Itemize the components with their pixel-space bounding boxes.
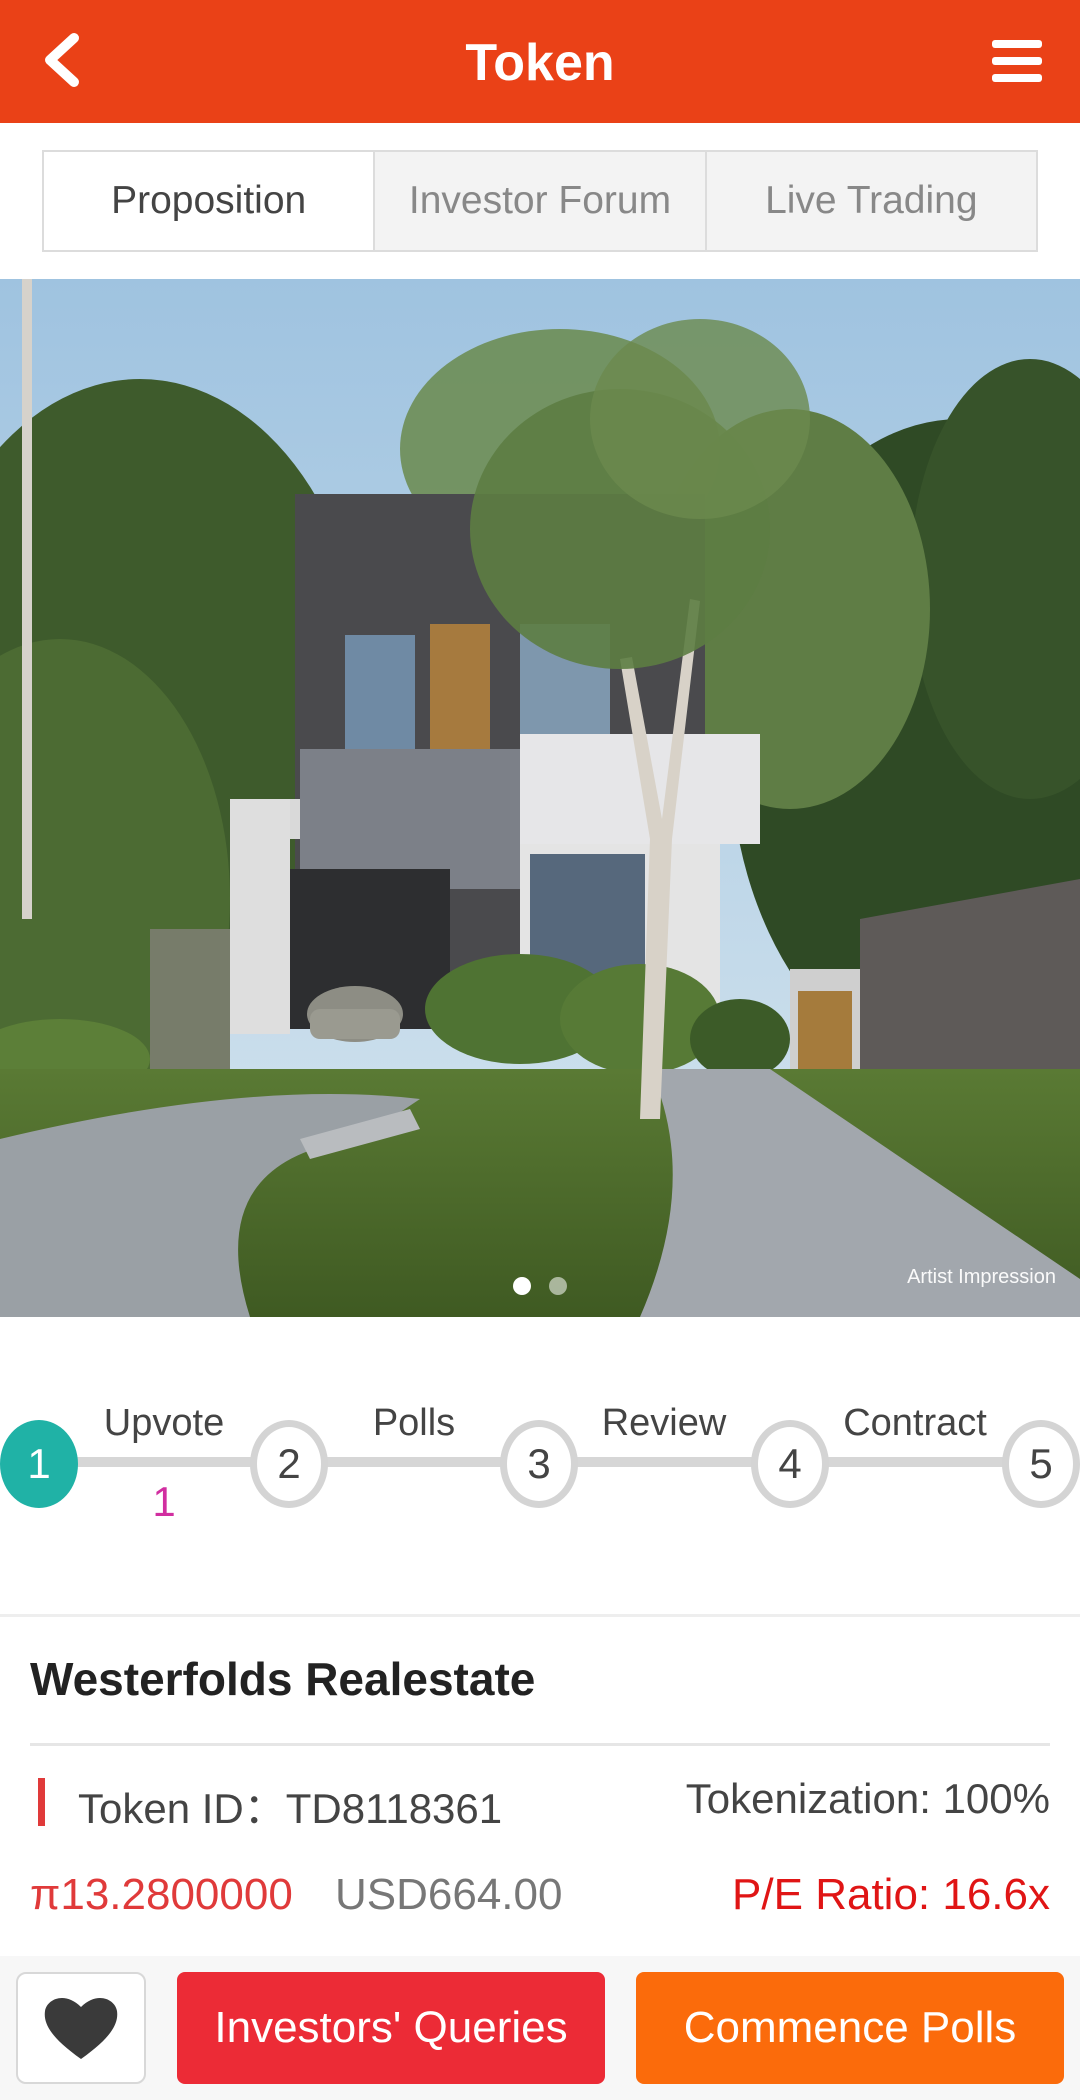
section-divider (0, 1614, 1080, 1617)
top-app-bar: Token (0, 0, 1080, 123)
token-accent-bar (38, 1778, 45, 1826)
page-title: Token (465, 34, 615, 92)
investors-queries-button[interactable]: Investors' Queries (177, 1972, 605, 2084)
tab-investor-forum[interactable]: Investor Forum (375, 152, 707, 250)
pe-ratio: P/E Ratio: 16.6x (732, 1870, 1050, 1919)
tokenization-percent: Tokenization: 100% (685, 1775, 1050, 1822)
step-5-circle: 5 (1002, 1420, 1080, 1508)
menu-button[interactable] (992, 38, 1042, 84)
carousel-dot-2[interactable] (549, 1277, 567, 1295)
upvote-count: 1 (152, 1478, 176, 1525)
heart-icon (44, 1998, 118, 2059)
title-divider (30, 1743, 1050, 1746)
tab-proposition[interactable]: Proposition (44, 152, 376, 250)
tab-bar: Proposition Investor Forum Live Trading (42, 150, 1038, 252)
carousel-indicators (0, 1277, 1080, 1295)
price-usd: USD664.00 (335, 1870, 563, 1919)
carousel-dot-1[interactable] (513, 1277, 531, 1295)
favorite-button[interactable] (16, 1972, 146, 2084)
property-name: Westerfolds Realestate (30, 1653, 536, 1705)
property-image (0, 279, 1080, 1317)
progress-stepper: 1 Upvote 1 2 Polls 3 Review 4 Contract 5 (0, 1390, 1080, 1540)
price-pi: π13.2800000 (30, 1870, 293, 1919)
step-label-upvote: Upvote (103, 1402, 225, 1444)
tab-live-trading[interactable]: Live Trading (707, 152, 1036, 250)
step-label-contract: Contract (843, 1402, 987, 1444)
token-id: Token ID：TD8118361 (78, 1785, 503, 1832)
step-label-polls: Polls (372, 1402, 456, 1444)
property-image-carousel[interactable]: Artist Impression (0, 279, 1080, 1317)
commence-polls-button[interactable]: Commence Polls (636, 1972, 1064, 2084)
step-label-review: Review (601, 1402, 727, 1444)
hamburger-menu-icon (992, 40, 1042, 82)
